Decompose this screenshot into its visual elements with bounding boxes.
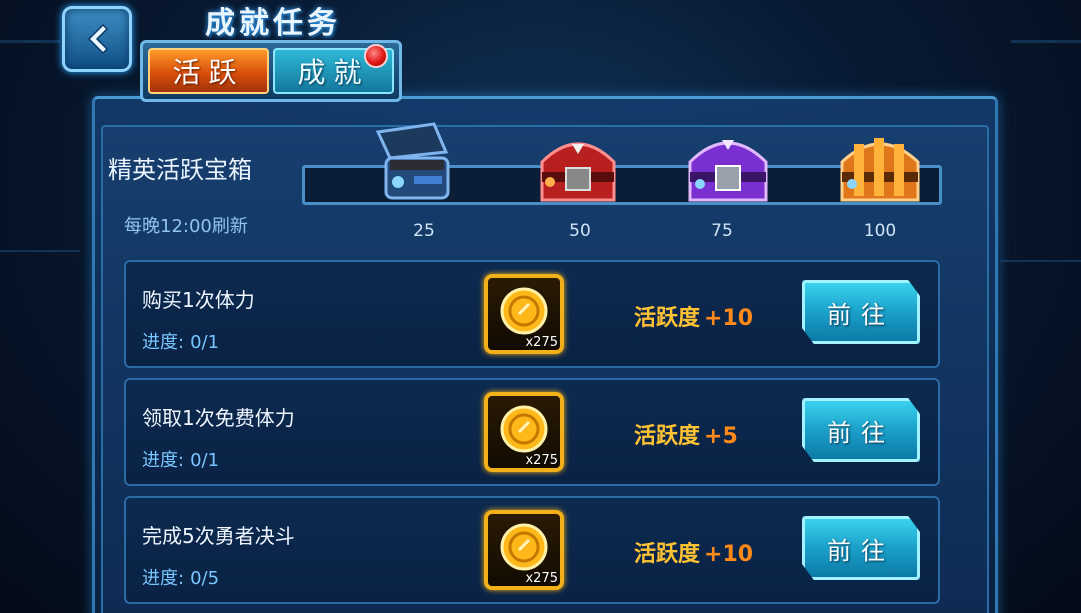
reward-quantity: x275: [525, 335, 558, 350]
milestone-label: 75: [711, 221, 733, 241]
tab-activity-label: 活跃: [172, 56, 245, 89]
chest-75[interactable]: [682, 122, 774, 214]
reward-quantity: x275: [525, 571, 558, 586]
task-progress-value: 0/5: [190, 568, 220, 589]
back-button[interactable]: [62, 6, 132, 72]
chest-100[interactable]: [834, 122, 926, 214]
notification-dot: [364, 44, 388, 68]
activity-reward: 活跃度 +10: [634, 300, 753, 332]
reward-quantity: x275: [525, 453, 558, 468]
activity-points: +10: [704, 306, 754, 331]
activity-points: +5: [704, 424, 738, 449]
gold-coin-icon: [500, 523, 548, 571]
task-progress: 进度: 0/1: [142, 328, 225, 354]
blue-chest-icon: [375, 122, 450, 200]
refresh-note: 每晚12:00刷新: [124, 216, 248, 237]
go-button[interactable]: 前往: [802, 280, 920, 344]
reward-item[interactable]: x275: [484, 510, 564, 590]
activity-reward: 活跃度 +5: [634, 418, 738, 450]
task-name: 领取1次免费体力: [142, 406, 295, 430]
task-progress: 进度: 0/5: [142, 564, 225, 590]
task-progress-value: 0/1: [190, 332, 220, 353]
purple-chest-icon: [688, 140, 768, 202]
activity-label: 活跃度: [634, 424, 701, 449]
task-progress-value: 0/1: [190, 450, 220, 471]
go-button[interactable]: 前往: [802, 398, 920, 462]
task-name: 购买1次体力: [142, 288, 255, 312]
orange-chest-icon: [840, 138, 920, 202]
milestone-label: 100: [863, 221, 897, 241]
task-progress: 进度: 0/1: [142, 446, 225, 472]
chest-section-title: 精英活跃宝箱: [108, 156, 252, 184]
task-row: 领取1次免费体力 进度: 0/1 x275 活跃度 +5 前往: [124, 378, 940, 486]
chest-25[interactable]: [372, 118, 464, 210]
activity-label: 活跃度: [634, 306, 701, 331]
activity-label: 活跃度: [634, 542, 701, 567]
task-row: 完成5次勇者决斗 进度: 0/5 x275 活跃度 +10 前往: [124, 496, 940, 604]
tab-achievement[interactable]: 成就: [273, 44, 394, 94]
tab-achievement-label: 成就: [297, 56, 370, 89]
chevron-left-icon: [87, 23, 109, 55]
milestone-label: 50: [569, 221, 591, 241]
activity-reward: 活跃度 +10: [634, 536, 753, 568]
task-progress-label: 进度:: [142, 568, 185, 589]
task-name: 完成5次勇者决斗: [142, 524, 295, 548]
tab-bar: 活跃 成就: [140, 40, 402, 102]
task-progress-label: 进度:: [142, 450, 185, 471]
chest-50[interactable]: [532, 122, 624, 214]
page-title: 成就任务: [205, 6, 341, 41]
gold-coin-icon: [500, 287, 548, 335]
tab-activity[interactable]: 活跃: [148, 48, 269, 94]
red-chest-icon: [540, 142, 616, 202]
milestone-label: 25: [413, 221, 435, 241]
reward-item[interactable]: x275: [484, 392, 564, 472]
task-row: 购买1次体力 进度: 0/1 x275 活跃度 +10 前往: [124, 260, 940, 368]
activity-points: +10: [704, 542, 754, 567]
go-button[interactable]: 前往: [802, 516, 920, 580]
gold-coin-icon: [500, 405, 548, 453]
reward-item[interactable]: x275: [484, 274, 564, 354]
task-progress-label: 进度:: [142, 332, 185, 353]
